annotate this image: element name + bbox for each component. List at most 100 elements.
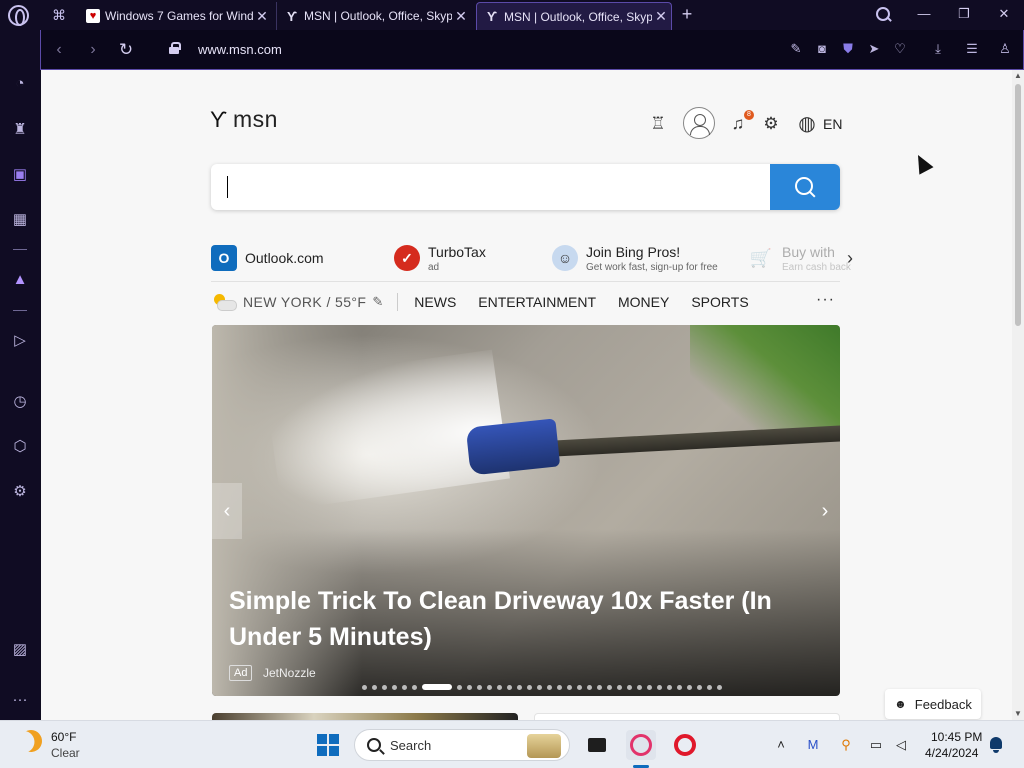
speed-dial-icon[interactable]: ◔ [10,74,30,94]
carousel-dot[interactable] [547,684,552,690]
carousel-dot[interactable] [422,684,452,690]
tab-search-icon[interactable] [874,6,892,24]
windows-start-icon[interactable] [317,734,339,756]
settings-gear-icon[interactable]: ⚙ [760,114,782,134]
carousel-dot[interactable] [497,684,502,690]
carousel-dot[interactable] [667,684,672,690]
chevron-up-icon[interactable]: ˄ [772,736,790,754]
carousel-dot[interactable] [527,684,532,690]
send-arrow-icon[interactable]: ➤ [866,41,882,57]
scroll-thumb[interactable] [1015,84,1021,326]
carousel-dot[interactable] [677,684,682,690]
restore-button[interactable]: ❐ [954,4,974,24]
carousel-dot[interactable] [477,684,482,690]
quick-link-turbotax[interactable]: ✓ TurboTax ad [394,238,486,278]
gx-control-icon[interactable]: ▦ [10,210,30,230]
nav-entertainment[interactable]: ENTERTAINMENT [478,294,596,310]
sidebar-more-icon[interactable]: ··· [10,690,30,710]
carousel-dot[interactable] [637,684,642,690]
opera-menu-icon[interactable] [8,5,29,26]
carousel-dot[interactable] [607,684,612,690]
lock-icon[interactable] [169,42,181,54]
carousel-dot[interactable] [697,684,702,690]
tab-windows-7-games[interactable]: ♥ Windows 7 Games for Windows ✕ [78,2,276,30]
search-button[interactable] [770,164,840,210]
page-scrollbar[interactable]: ▲ ▼ [1012,70,1024,720]
player-icon[interactable]: ▷ [10,331,30,351]
forward-icon[interactable]: › [83,40,103,60]
carousel-dot[interactable] [372,684,377,690]
taskbar-condition[interactable]: Clear [51,746,80,760]
carousel-dot[interactable] [517,684,522,690]
clock-time[interactable]: 10:45 PM [931,730,982,744]
notification-bell-icon[interactable] [988,736,1004,754]
nav-sports[interactable]: SPORTS [691,294,748,310]
history-clock-icon[interactable]: ◷ [10,392,30,412]
globe-icon[interactable]: ◍ [795,114,819,134]
downloads-icon[interactable]: ⤓ [930,41,946,57]
url-field[interactable]: www.msn.com [198,42,282,57]
aria-ai-icon[interactable]: ▲ [10,270,30,290]
msn-logo[interactable]: ϒ msn [210,106,278,133]
language-label[interactable]: EN [823,116,842,132]
back-icon[interactable]: ‹ [49,40,69,60]
quick-link-outlook[interactable]: O Outlook.com [211,238,324,278]
tab-close-icon[interactable]: ✕ [654,8,668,25]
nav-money[interactable]: MONEY [618,294,669,310]
feedback-button[interactable]: ☻ Feedback [885,689,981,719]
vpn-shield-icon[interactable]: ⛊ [840,41,856,57]
carousel-dot[interactable] [507,684,512,690]
new-tab-button[interactable]: + [678,3,696,25]
easy-setup-sliders-icon[interactable]: ☰ [964,41,980,57]
twitch-icon[interactable]: ▣ [10,165,30,185]
snapshot-camera-icon[interactable]: ◙ [814,41,830,57]
carousel-dot[interactable] [362,684,367,690]
carousel-dot[interactable] [467,684,472,690]
carousel-dot[interactable] [487,684,492,690]
hero-source[interactable]: JetNozzle [263,666,316,680]
carousel-dot[interactable] [412,684,417,690]
display-icon[interactable]: ▭ [867,736,885,754]
moon-icon[interactable] [16,726,46,756]
tab-msn-1[interactable]: ϒ MSN | Outlook, Office, Skype ✕ [276,2,476,30]
carousel-dot[interactable] [707,684,712,690]
wallpaper-icon[interactable]: ▨ [10,640,30,660]
close-window-button[interactable]: ✕ [994,4,1014,24]
carousel-dot[interactable] [392,684,397,690]
edit-pencil-icon[interactable]: ✎ [372,294,383,310]
carousel-dot[interactable] [617,684,622,690]
extensions-cube-icon[interactable]: ⬡ [10,437,30,457]
opera-gx-taskbar-icon[interactable] [626,730,656,760]
sign-in-avatar[interactable] [683,107,715,139]
chevron-right-icon[interactable]: › [847,248,853,269]
tray-app-icon[interactable]: ⚲ [837,736,855,754]
tab-close-icon[interactable]: ✕ [454,8,468,25]
news-card[interactable] [534,713,840,720]
search-input[interactable] [211,164,770,210]
reload-icon[interactable]: ↻ [116,40,136,60]
minimize-button[interactable]: — [914,4,934,24]
gx-corner-icon[interactable]: ♜ [10,120,30,140]
carousel-dot[interactable] [402,684,407,690]
carousel-dot[interactable] [537,684,542,690]
bookmark-heart-icon[interactable]: ♡ [892,41,908,57]
carousel-dot[interactable] [557,684,562,690]
tab-close-icon[interactable]: ✕ [255,8,269,25]
weather-location[interactable]: NEW YORK / 55°F [243,294,366,310]
nav-news[interactable]: NEWS [414,294,456,310]
hero-headline[interactable]: Simple Trick To Clean Driveway 10x Faste… [229,583,829,655]
scroll-down-icon[interactable]: ▼ [1012,708,1024,720]
carousel-dot[interactable] [567,684,572,690]
carousel-dot[interactable] [657,684,662,690]
quick-link-buy-with[interactable]: 🛒 Buy with Earn cash back [748,238,851,278]
carousel-dot[interactable] [457,684,462,690]
rewards-trophy-icon[interactable]: ♖ [648,114,668,134]
settings-gear-icon[interactable]: ⚙ [10,482,30,502]
taskbar-search[interactable]: Search [354,729,570,761]
taskbar-temperature[interactable]: 60°F [51,730,76,744]
easy-setup-icon[interactable]: ✎ [788,41,804,57]
carousel-dot[interactable] [647,684,652,690]
more-menu-icon[interactable]: ··· [816,291,835,309]
carousel-dot[interactable] [627,684,632,690]
tab-msn-active[interactable]: ϒ MSN | Outlook, Office, Skype ✕ [476,2,672,30]
